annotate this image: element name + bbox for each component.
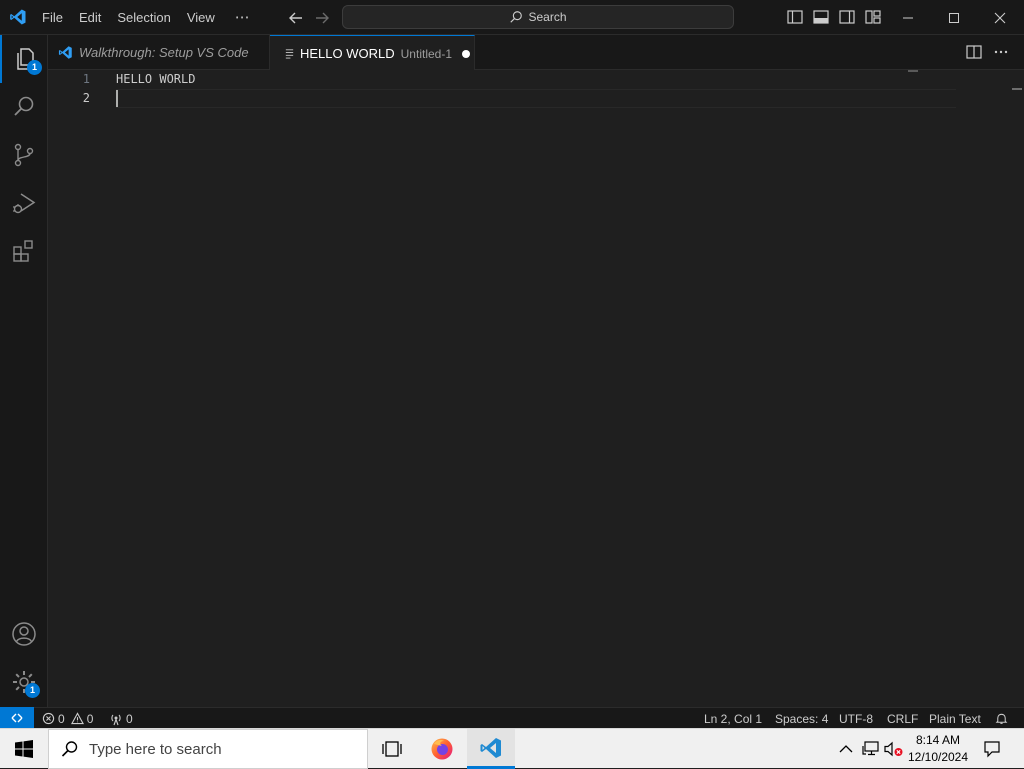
- minimize-button[interactable]: [885, 0, 931, 35]
- accounts-button[interactable]: [0, 610, 48, 658]
- customize-layout-icon[interactable]: [864, 8, 882, 26]
- line-number: 1: [82, 72, 90, 86]
- remote-icon: [10, 711, 24, 725]
- vscode-logo-icon: [58, 45, 73, 60]
- manage-button[interactable]: 1: [0, 658, 48, 706]
- close-button[interactable]: [977, 0, 1023, 35]
- cursor-position[interactable]: Ln 2, Col 1: [704, 708, 762, 729]
- search-icon: [61, 740, 79, 758]
- title-bar: File Edit Selection View ⋯ Search: [0, 0, 1024, 35]
- command-center-label: Search: [528, 10, 567, 24]
- menu-selection[interactable]: Selection: [109, 6, 178, 30]
- firefox-icon: [430, 737, 454, 761]
- command-center-search[interactable]: Search: [342, 5, 734, 29]
- broadcast-icon: [109, 712, 123, 726]
- run-debug-button[interactable]: [0, 179, 48, 227]
- action-center-button[interactable]: [978, 729, 1006, 769]
- toggle-panel-icon[interactable]: [812, 8, 830, 26]
- search-icon: [11, 94, 37, 120]
- extensions-icon: [11, 238, 37, 264]
- unsaved-dot-icon[interactable]: [462, 49, 470, 58]
- vscode-logo-icon: [479, 736, 503, 760]
- manage-badge: 1: [25, 683, 40, 698]
- warning-count: 0: [86, 711, 94, 726]
- menu-file[interactable]: File: [34, 6, 71, 30]
- ports-status[interactable]: 0: [109, 708, 133, 729]
- code-line[interactable]: HELLO WORLD: [116, 70, 956, 89]
- vscode-logo-icon: [9, 8, 27, 26]
- toggle-primary-sidebar-icon[interactable]: [786, 8, 804, 26]
- activity-bar: 1 1: [0, 35, 48, 707]
- notifications-bell-icon[interactable]: [995, 708, 1008, 729]
- source-control-icon: [11, 142, 37, 168]
- language-mode[interactable]: Plain Text: [929, 708, 981, 729]
- extensions-button[interactable]: [0, 227, 48, 275]
- menu-bar: File Edit Selection View ⋯: [34, 0, 258, 35]
- notification-icon: [983, 740, 1001, 758]
- code-content[interactable]: HELLO WORLD: [116, 70, 956, 108]
- network-status-button[interactable]: [860, 729, 882, 769]
- line-number-gutter: 1 2: [48, 70, 102, 108]
- tab-hello-world[interactable]: HELLO WORLD Untitled-1: [270, 35, 475, 71]
- text-file-icon: [284, 48, 295, 59]
- warning-icon: [70, 712, 84, 725]
- toggle-secondary-sidebar-icon[interactable]: [838, 8, 856, 26]
- search-icon: [509, 10, 523, 24]
- error-icon: [42, 712, 55, 725]
- maximize-button[interactable]: [931, 0, 977, 35]
- explorer-button[interactable]: 1: [0, 35, 48, 83]
- taskbar-search-box[interactable]: Type here to search: [48, 729, 368, 769]
- tab-label: HELLO WORLD: [300, 46, 395, 61]
- editor-tab-bar: Walkthrough: Setup VS Code HELLO WORLD U…: [48, 35, 1024, 71]
- code-line-current[interactable]: [116, 89, 956, 108]
- menu-view[interactable]: View: [179, 6, 223, 30]
- task-view-icon: [381, 740, 403, 758]
- error-count: 0: [58, 711, 65, 726]
- problems-status[interactable]: 0 0: [42, 708, 93, 729]
- indentation-status[interactable]: Spaces: 4: [775, 708, 828, 729]
- start-button[interactable]: [0, 729, 48, 769]
- taskbar-clock[interactable]: 8:14 AM 12/10/2024: [900, 729, 976, 769]
- text-cursor: [116, 90, 118, 107]
- run-debug-icon: [11, 190, 37, 216]
- eol-status[interactable]: CRLF: [887, 708, 918, 729]
- status-bar: 0 0 0 Ln 2, Col 1 Spaces: 4 UTF-8 CRLF P…: [0, 707, 1024, 729]
- editor-area[interactable]: 1 2 HELLO WORLD: [48, 70, 1024, 707]
- go-back-icon[interactable]: [286, 8, 306, 28]
- taskbar-vscode[interactable]: [467, 729, 515, 769]
- tab-description: Untitled-1: [400, 46, 452, 61]
- line-number: 2: [82, 91, 90, 105]
- more-actions-icon[interactable]: [992, 43, 1010, 61]
- tab-label: Walkthrough: Setup VS Code: [79, 45, 249, 60]
- search-view-button[interactable]: [0, 83, 48, 131]
- clock-date: 12/10/2024: [907, 750, 969, 764]
- account-icon: [11, 621, 37, 647]
- overview-ruler-cursor: [1012, 88, 1022, 90]
- taskbar-firefox[interactable]: [418, 729, 466, 769]
- chevron-up-icon: [839, 744, 853, 754]
- remote-indicator-button[interactable]: [0, 707, 34, 729]
- windows-logo-icon: [15, 740, 33, 758]
- source-control-button[interactable]: [0, 131, 48, 179]
- menu-more[interactable]: ⋯: [227, 6, 258, 30]
- network-icon: [862, 741, 880, 757]
- windows-taskbar: Type here to search 8:14 AM 12/10/2024: [0, 728, 1024, 769]
- encoding-status[interactable]: UTF-8: [839, 708, 873, 729]
- clock-time: 8:14 AM: [915, 733, 961, 747]
- menu-edit[interactable]: Edit: [71, 6, 109, 30]
- go-forward-icon[interactable]: [312, 8, 332, 28]
- ports-count: 0: [126, 711, 133, 726]
- show-hidden-icons-button[interactable]: [836, 729, 856, 769]
- minimap[interactable]: [908, 70, 918, 72]
- tab-walkthrough[interactable]: Walkthrough: Setup VS Code: [48, 35, 270, 70]
- task-view-button[interactable]: [368, 729, 416, 769]
- taskbar-search-placeholder: Type here to search: [89, 740, 222, 758]
- explorer-badge: 1: [27, 60, 42, 75]
- split-editor-icon[interactable]: [965, 43, 983, 61]
